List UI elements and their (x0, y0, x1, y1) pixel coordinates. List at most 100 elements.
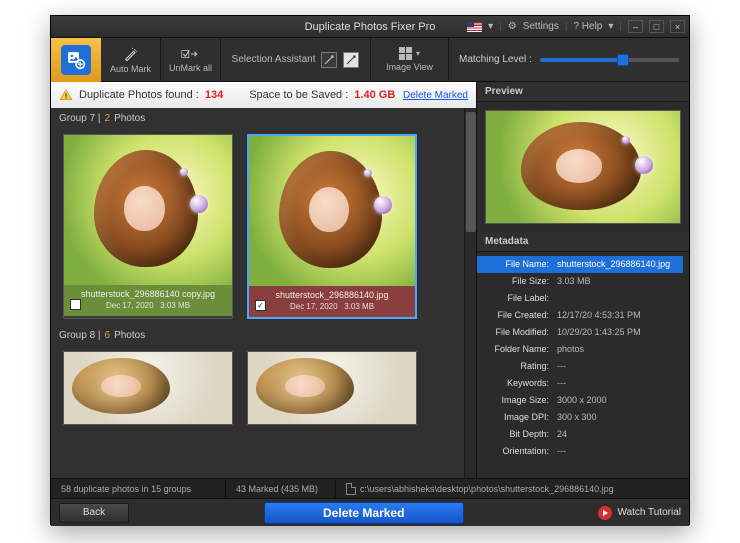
settings-link[interactable]: Settings (523, 21, 559, 32)
metadata-row[interactable]: File Name:shutterstock_296886140.jpg (477, 256, 683, 273)
watch-tutorial-link[interactable]: Watch Tutorial (598, 506, 681, 520)
metadata-key: Image DPI: (477, 409, 557, 426)
group-header: Group 8 | 6 Photos (51, 325, 476, 345)
filename: shutterstock_296886140.jpg (255, 290, 409, 300)
matching-slider[interactable] (540, 58, 679, 62)
group-count: 6 (105, 330, 111, 341)
metadata-value: --- (557, 358, 683, 375)
unmark-button[interactable]: UnMark all (161, 38, 221, 82)
metadata-key: Bit Depth: (477, 426, 557, 443)
delete-marked-link[interactable]: Delete Marked (403, 90, 468, 101)
grid-icon (399, 47, 412, 60)
photo-card[interactable] (247, 351, 417, 425)
settings-icon: ⚙ (508, 21, 517, 32)
photo-card[interactable]: shutterstock_296886140 copy.jpg Dec 17, … (63, 134, 233, 319)
summary-found-label: Duplicate Photos found : (79, 89, 199, 101)
checkbox[interactable] (70, 299, 81, 310)
minimize-button[interactable]: – (628, 20, 643, 33)
metadata-row[interactable]: Bit Depth:24 (477, 426, 683, 443)
metadata-key: Folder Name: (477, 341, 557, 358)
metadata-key: File Name: (477, 256, 557, 273)
image-view-toggle[interactable]: ▾ Image View (371, 38, 449, 82)
metadata-value: 3.03 MB (557, 273, 683, 290)
status-mid: 43 Marked (435 MB) (226, 479, 336, 498)
photo-card[interactable]: shutterstock_296886140.jpg Dec 17, 2020 … (247, 134, 417, 319)
metadata-value (557, 290, 683, 307)
flag-icon[interactable] (467, 22, 482, 32)
groups-scroll[interactable]: Group 7 | 2 Photos shutterstock_29688614… (51, 108, 476, 478)
thumbnail[interactable] (248, 352, 416, 424)
vertical-scrollbar[interactable] (464, 108, 476, 478)
titlebar: Duplicate Photos Fixer Pro ▾ | ⚙ Setting… (51, 16, 689, 38)
metadata-row[interactable]: Image DPI:300 x 300 (477, 409, 683, 426)
scrollbar-thumb[interactable] (466, 112, 476, 232)
unmark-label: UnMark all (169, 63, 212, 73)
file-size: 3.03 MB (344, 302, 374, 311)
photo-card[interactable] (63, 351, 233, 425)
metadata-row[interactable]: Rating:--- (477, 358, 683, 375)
thumbnail[interactable] (64, 352, 232, 424)
metadata-list[interactable]: File Name:shutterstock_296886140.jpgFile… (477, 252, 689, 478)
metadata-value: 300 x 300 (557, 409, 683, 426)
selection-btn-dark[interactable] (321, 52, 337, 68)
checkbox[interactable]: ✓ (255, 300, 266, 311)
thumbnail[interactable] (64, 135, 232, 285)
status-left: 58 duplicate photos in 15 groups (51, 479, 226, 498)
file-date: Dec 17, 2020 (106, 301, 154, 310)
metadata-key: File Size: (477, 273, 557, 290)
metadata-key: Image Size: (477, 392, 557, 409)
metadata-row[interactable]: File Label: (477, 290, 683, 307)
metadata-key: File Modified: (477, 324, 557, 341)
results-panel: Duplicate Photos found : 134 Space to be… (51, 82, 476, 478)
metadata-value: --- (557, 375, 683, 392)
metadata-row[interactable]: Keywords:--- (477, 375, 683, 392)
app-logo-icon (66, 50, 86, 70)
metadata-value: 10/29/20 1:43:25 PM (557, 324, 683, 341)
maximize-button[interactable]: □ (649, 20, 664, 33)
wand-icon (123, 46, 139, 62)
back-button[interactable]: Back (59, 503, 129, 523)
app-title: Duplicate Photos Fixer Pro (305, 21, 436, 33)
matching-label: Matching Level : (459, 54, 532, 65)
status-bar: 58 duplicate photos in 15 groups 43 Mark… (51, 478, 689, 498)
file-date: Dec 17, 2020 (290, 302, 338, 311)
slider-thumb[interactable] (617, 54, 629, 66)
watch-tutorial-label: Watch Tutorial (617, 507, 681, 518)
metadata-row[interactable]: Image Size:3000 x 2000 (477, 392, 683, 409)
metadata-value: photos (557, 341, 683, 358)
preview-image[interactable] (485, 110, 681, 224)
automark-label: Auto Mark (110, 64, 151, 74)
metadata-title: Metadata (477, 232, 689, 252)
matching-level: Matching Level : (449, 38, 689, 82)
metadata-row[interactable]: Folder Name:photos (477, 341, 683, 358)
metadata-row[interactable]: Orientation:--- (477, 443, 683, 460)
play-icon (598, 506, 612, 520)
help-link[interactable]: ? Help (573, 21, 602, 32)
caption: shutterstock_296886140 copy.jpg Dec 17, … (64, 285, 232, 316)
caption: shutterstock_296886140.jpg Dec 17, 2020 … (249, 286, 415, 317)
unmark-icon (181, 47, 201, 61)
help-dropdown-arrow[interactable]: ▾ (608, 21, 613, 32)
selection-assistant: Selection Assistant (221, 38, 371, 82)
metadata-row[interactable]: File Created:12/17/20 4:53:31 PM (477, 307, 683, 324)
group-photos-word: Photos (114, 113, 145, 124)
language-dropdown-arrow[interactable]: ▾ (488, 21, 493, 32)
metadata-row[interactable]: File Size:3.03 MB (477, 273, 683, 290)
metadata-row[interactable]: File Modified:10/29/20 1:43:25 PM (477, 324, 683, 341)
group-photos-word: Photos (114, 330, 145, 341)
metadata-key: File Label: (477, 290, 557, 307)
metadata-value: 3000 x 2000 (557, 392, 683, 409)
side-panel: Preview Metadata File Name:shutterstock_… (476, 82, 689, 478)
thumbnail[interactable] (249, 136, 415, 286)
image-view-arrow: ▾ (416, 49, 420, 58)
metadata-value: shutterstock_296886140.jpg (557, 256, 683, 273)
selection-btn-light[interactable] (343, 52, 359, 68)
group-count: 2 (105, 113, 111, 124)
metadata-key: Keywords: (477, 375, 557, 392)
app-window: Duplicate Photos Fixer Pro ▾ | ⚙ Setting… (50, 15, 690, 525)
automark-button[interactable]: Auto Mark (101, 38, 161, 82)
delete-marked-button[interactable]: Delete Marked (264, 502, 464, 524)
file-size: 3.03 MB (160, 301, 190, 310)
close-button[interactable]: × (670, 20, 685, 33)
group-header: Group 7 | 2 Photos (51, 108, 476, 128)
